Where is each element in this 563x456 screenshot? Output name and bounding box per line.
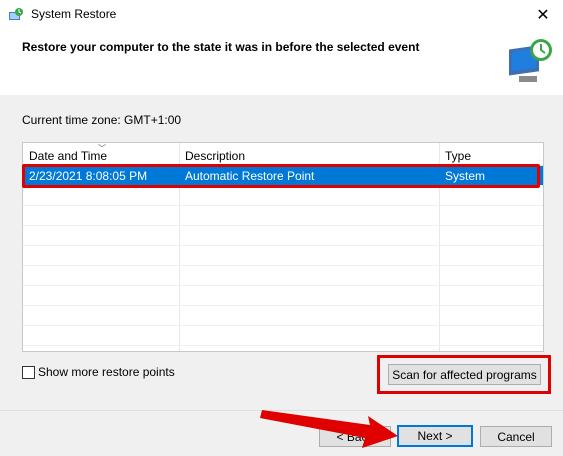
selection-highlight-box [22, 164, 540, 188]
show-more-checkbox[interactable]: Show more restore points [22, 365, 175, 379]
window-title: System Restore [31, 7, 117, 21]
back-button[interactable]: < Back [319, 426, 391, 447]
system-restore-icon [9, 8, 23, 20]
empty-row [23, 306, 543, 326]
page-title: Restore your computer to the state it wa… [22, 40, 420, 54]
empty-row [23, 226, 543, 246]
timezone-label: Current time zone: GMT+1:00 [22, 113, 182, 127]
cancel-button[interactable]: Cancel [480, 426, 552, 447]
next-button[interactable]: Next > [397, 425, 473, 447]
title-bar: System Restore ✕ [0, 0, 563, 30]
scan-highlight-box [377, 355, 551, 394]
show-more-label: Show more restore points [38, 365, 175, 379]
close-icon: ✕ [536, 7, 550, 24]
empty-row [23, 266, 543, 286]
close-button[interactable]: ✕ [523, 0, 563, 30]
empty-row [23, 186, 543, 206]
table-header: ﹀ Date and Time Description Type [23, 143, 543, 166]
column-date[interactable]: Date and Time [29, 149, 107, 163]
empty-row [23, 326, 543, 346]
column-type[interactable]: Type [445, 149, 471, 163]
column-description[interactable]: Description [185, 149, 245, 163]
empty-row [23, 246, 543, 266]
checkbox-box[interactable] [22, 365, 35, 379]
wizard-body: Current time zone: GMT+1:00 ﹀ Date and T… [0, 95, 563, 456]
restore-computer-icon [509, 39, 552, 82]
footer-divider [0, 410, 563, 411]
wizard-header: Restore your computer to the state it wa… [0, 30, 563, 95]
empty-row [23, 206, 543, 226]
empty-row [23, 286, 543, 306]
